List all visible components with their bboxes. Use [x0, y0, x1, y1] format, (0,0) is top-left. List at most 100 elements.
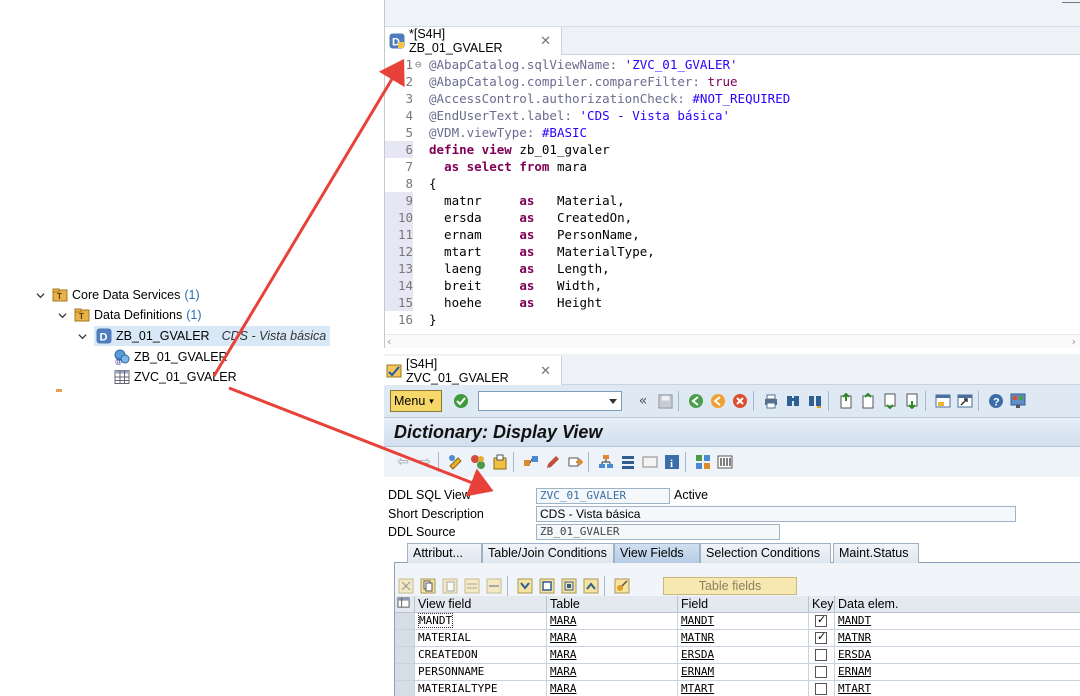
delete-row-icon[interactable] [485, 577, 503, 595]
insert-row-icon[interactable] [463, 577, 481, 595]
customize-layout-icon[interactable] [1009, 392, 1027, 410]
cell-key[interactable] [809, 629, 835, 647]
select-all-icon[interactable] [516, 577, 534, 595]
back-arrow-icon[interactable]: ⇦ [394, 453, 412, 471]
scroll-right-icon[interactable]: › [1072, 335, 1076, 348]
activate-icon[interactable] [491, 453, 509, 471]
code-line[interactable]: 12 mtart as MaterialType, [385, 243, 1080, 260]
cell-key[interactable] [809, 612, 835, 630]
shortcut-icon[interactable] [956, 392, 974, 410]
forward-arrow-icon[interactable]: ⇨ [416, 453, 434, 471]
cell-data-elem[interactable]: ERNAM [835, 664, 1080, 681]
display-change-icon[interactable] [447, 453, 465, 471]
key-checkbox[interactable] [815, 649, 827, 661]
hierarchy-icon[interactable] [597, 453, 615, 471]
column-header-key[interactable]: Key [809, 596, 835, 613]
column-header-view-field[interactable]: View field [415, 596, 547, 613]
code-line[interactable]: 14 breit as Width, [385, 277, 1080, 294]
cell-table[interactable]: MARA [547, 664, 678, 681]
table-row[interactable]: CREATEDON MARA ERSDA ERSDA [395, 647, 1080, 664]
cut-icon[interactable] [397, 577, 415, 595]
cell-data-elem[interactable]: MATNR [835, 630, 1080, 647]
find-next-icon[interactable] [806, 392, 824, 410]
cell-data-elem[interactable]: MTART [835, 681, 1080, 696]
tab-table-join-conditions[interactable]: Table/Join Conditions [482, 543, 614, 563]
tree-node-sql-view[interactable]: ZVC_01_GVALER [114, 367, 237, 387]
exit-icon[interactable] [709, 392, 727, 410]
code-line[interactable]: 9 matnr as Material, [385, 192, 1080, 209]
table-row[interactable]: MATERIALTYPE MARA MTART MTART [395, 681, 1080, 696]
key-checkbox[interactable] [815, 612, 827, 628]
ddl-sql-view-field[interactable]: ZVC_01_GVALER [536, 488, 670, 504]
cell-table[interactable]: MARA [547, 647, 678, 664]
selected-node[interactable]: D ZB_01_GVALER CDS - Vista básica [94, 326, 331, 346]
cell-view-field[interactable]: MATERIALTYPE [415, 681, 547, 696]
code-line[interactable]: 6 define view zb_01_gvaler [385, 141, 1080, 158]
cell-data-elem[interactable]: ERSDA [835, 647, 1080, 664]
next-page-icon[interactable] [881, 392, 899, 410]
where-used-icon[interactable] [522, 453, 540, 471]
row-selector[interactable] [395, 664, 415, 681]
ddl-source-field[interactable]: ZB_01_GVALER [536, 524, 780, 540]
chevron-down-icon[interactable] [76, 330, 88, 342]
help-icon[interactable]: ? [987, 392, 1005, 410]
code-line[interactable]: 2 @AbapCatalog.compiler.compareFilter: tr… [385, 73, 1080, 90]
tab-zvc-01-gvaler[interactable]: [S4H] ZVC_01_GVALER ✕ [384, 356, 562, 385]
last-page-icon[interactable] [903, 392, 921, 410]
cell-view-field[interactable]: PERSONNAME [415, 664, 547, 681]
previous-page-icon[interactable] [859, 392, 877, 410]
back-icon[interactable] [687, 392, 705, 410]
code-line[interactable]: 16} [385, 311, 1080, 328]
deselect-icon[interactable] [560, 577, 578, 595]
print-icon[interactable] [762, 392, 780, 410]
row-selector[interactable] [395, 681, 415, 696]
find-icon[interactable] [784, 392, 802, 410]
info-icon[interactable]: i [663, 453, 681, 471]
cell-field[interactable]: ERSDA [678, 647, 809, 664]
minimize-icon[interactable] [1062, 2, 1080, 5]
code-line[interactable]: 10 ersda as CreatedOn, [385, 209, 1080, 226]
table-row[interactable]: MATERIAL MARA MATNR MATNR [395, 629, 1080, 647]
close-icon[interactable]: ✕ [540, 363, 551, 379]
column-header-table[interactable]: Table [547, 596, 678, 613]
select-all-rows-icon[interactable] [395, 596, 415, 613]
enter-icon[interactable] [452, 392, 470, 410]
cell-view-field[interactable]: MATERIAL [415, 630, 547, 647]
edit-pen-icon[interactable] [544, 453, 562, 471]
menu-button[interactable]: Menu ▾ [390, 390, 442, 412]
cell-field[interactable]: MANDT [678, 613, 809, 630]
horizontal-scrollbar[interactable]: ‹ › [385, 334, 1080, 348]
key-checkbox[interactable] [815, 629, 827, 645]
row-selector[interactable] [395, 630, 415, 647]
fold-icon[interactable]: ⊖ [415, 56, 422, 73]
table-fields-button[interactable]: Table fields [663, 577, 797, 595]
copy-icon[interactable] [419, 577, 437, 595]
tab-zb-01-gvaler[interactable]: D *[S4H] ZB_01_GVALER ✕ [385, 27, 562, 55]
tree-node-cds-entity[interactable]: @ ZB_01_GVALER [114, 347, 228, 367]
source-code[interactable]: 1 ⊖ @AbapCatalog.sqlViewName: 'ZVC_01_GVAL… [385, 56, 1080, 328]
cell-key[interactable] [809, 647, 835, 664]
cell-view-field[interactable]: CREATEDON [415, 647, 547, 664]
cell-data-elem[interactable]: MANDT [835, 613, 1080, 630]
cell-table[interactable]: MARA [547, 630, 678, 647]
key-checkbox[interactable] [815, 683, 827, 695]
column-header-data-elem[interactable]: Data elem. [835, 596, 1080, 613]
tree-node-data-definitions[interactable]: T Data Definitions (1) [56, 305, 202, 325]
cell-view-field[interactable]: MANDT [415, 613, 547, 630]
cancel-icon[interactable] [731, 392, 749, 410]
code-line[interactable]: 5 @VDM.viewType: #BASIC [385, 124, 1080, 141]
code-line[interactable]: 15 hoehe as Height [385, 294, 1080, 311]
code-line[interactable]: 11 ernam as PersonName, [385, 226, 1080, 243]
cell-field[interactable]: MTART [678, 681, 809, 696]
key-icon[interactable] [613, 577, 631, 595]
paste-icon[interactable] [441, 577, 459, 595]
code-line[interactable]: 8{ [385, 175, 1080, 192]
column-header-field[interactable]: Field [678, 596, 809, 613]
table-row[interactable]: PERSONNAME MARA ERNAM ERNAM [395, 664, 1080, 681]
grid-layout-icon[interactable] [694, 453, 712, 471]
collapse-up-icon[interactable] [582, 577, 600, 595]
tab-attributes[interactable]: Attribut... [407, 543, 482, 563]
code-line[interactable]: 3 @AccessControl.authorizationCheck: #NOT… [385, 90, 1080, 107]
table-row[interactable]: MANDT MARA MANDT MANDT [395, 612, 1080, 630]
cell-key[interactable] [809, 664, 835, 681]
